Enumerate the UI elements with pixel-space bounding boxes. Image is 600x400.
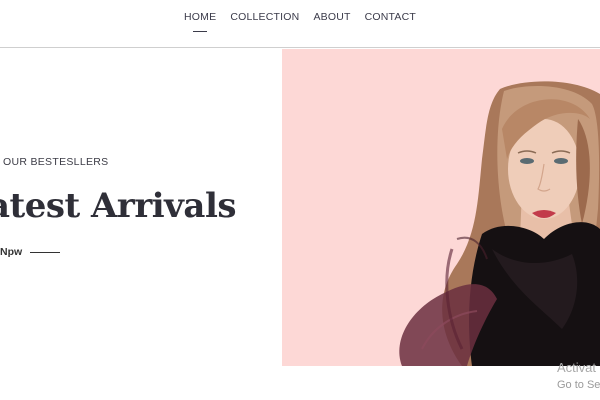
model-portrait-image bbox=[399, 81, 600, 366]
top-navigation: HOME COLLECTION ABOUT CONTACT bbox=[0, 0, 600, 48]
hero-eyebrow: OUR BESTESLLERS bbox=[3, 156, 109, 168]
shop-now-link[interactable]: Npw bbox=[0, 246, 61, 258]
watermark-line-2: Go to Set bbox=[557, 378, 600, 391]
hero-section: OUR BESTESLLERS atest Arrivals Npw bbox=[0, 49, 600, 366]
hero-image-panel bbox=[282, 49, 600, 366]
watermark-line-1: Activat bbox=[557, 360, 597, 375]
nav-contact-link[interactable]: CONTACT bbox=[365, 11, 416, 29]
cta-underline bbox=[30, 251, 61, 253]
nav-about-link[interactable]: ABOUT bbox=[313, 11, 350, 29]
nav-home-link[interactable]: HOME bbox=[184, 11, 216, 29]
cta-label: Npw bbox=[0, 246, 23, 258]
hero-text-panel: OUR BESTESLLERS atest Arrivals Npw bbox=[0, 49, 282, 366]
nav-list: HOME COLLECTION ABOUT CONTACT bbox=[184, 11, 416, 29]
activation-watermark: Activat Go to Set bbox=[557, 359, 600, 394]
page: HOME COLLECTION ABOUT CONTACT OUR BESTES… bbox=[0, 0, 600, 400]
hero-headline: atest Arrivals bbox=[0, 186, 237, 226]
nav-collection-link[interactable]: COLLECTION bbox=[230, 11, 299, 29]
